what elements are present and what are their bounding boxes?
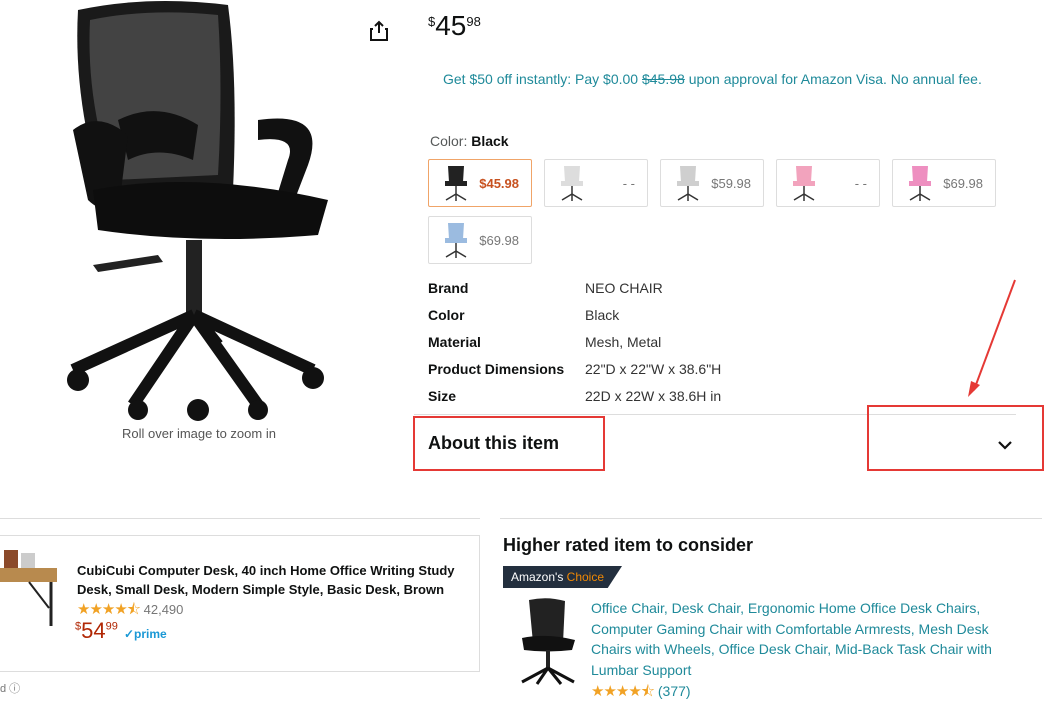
- swatch-price: $69.98: [943, 175, 983, 191]
- sponsored-info[interactable]: d ⓘ: [0, 680, 20, 696]
- share-icon[interactable]: [369, 20, 389, 42]
- color-swatch[interactable]: - -: [776, 159, 880, 207]
- sponsored-price: $5499 ✓prime: [75, 618, 167, 643]
- spec-label: Color: [428, 307, 465, 323]
- chair-thumbnail-icon: [909, 166, 931, 201]
- spec-value: Black: [585, 307, 620, 323]
- spec-label: Material: [428, 334, 481, 350]
- recommended-title-link[interactable]: Office Chair, Desk Chair, Ergonomic Home…: [591, 598, 1021, 680]
- spec-value: NEO CHAIR: [585, 280, 663, 296]
- color-swatch[interactable]: - -: [544, 159, 648, 207]
- visa-promo-link[interactable]: Get $50 off instantly: Pay $0.00 $45.98 …: [443, 69, 1003, 90]
- annotation-box-expand: [867, 405, 1044, 471]
- spec-value: 22D x 22W x 38.6H in: [585, 388, 722, 404]
- chair-thumbnail-icon: [677, 166, 699, 201]
- chair-thumbnail-icon: [445, 166, 467, 201]
- annotation-arrow: [968, 279, 1016, 397]
- color-swatch[interactable]: $69.98: [892, 159, 996, 207]
- color-swatch[interactable]: $45.98: [428, 159, 532, 207]
- product-image[interactable]: [58, 0, 340, 425]
- rating-count[interactable]: 42,490: [144, 602, 184, 617]
- swatch-price: $69.98: [479, 232, 519, 248]
- sponsored-product-card[interactable]: CubiCubi Computer Desk, 40 inch Home Off…: [0, 535, 480, 672]
- swatch-price: $45.98: [479, 175, 519, 191]
- divider: [500, 518, 1042, 519]
- spec-value: Mesh, Metal: [585, 334, 662, 350]
- spec-label: Brand: [428, 280, 469, 296]
- swatch-price: - -: [622, 175, 635, 191]
- color-swatch[interactable]: $69.98: [428, 216, 532, 264]
- rating-count[interactable]: (377): [658, 683, 691, 699]
- spec-label: Size: [428, 388, 457, 404]
- divider: [0, 518, 480, 519]
- image-caption: Roll over image to zoom in: [122, 426, 276, 441]
- chair-thumbnail-icon: [445, 223, 467, 258]
- star-rating: ★★★★⯪: [591, 683, 655, 700]
- star-rating: ★★★★⯪: [77, 601, 141, 618]
- annotation-box-about: [413, 416, 605, 471]
- spec-value: 22"D x 22"W x 38.6"H: [585, 361, 722, 377]
- chair-thumbnail-icon: [793, 166, 815, 201]
- amazons-choice-badge: Amazon's Choice: [503, 566, 623, 588]
- chair-thumbnail-icon: [561, 166, 583, 201]
- prime-badge: ✓prime: [123, 627, 167, 641]
- recommended-chair-image: [521, 598, 575, 685]
- color-label: Color: Black: [430, 133, 509, 149]
- product-price: $4598: [428, 10, 481, 41]
- sponsored-title-link[interactable]: CubiCubi Computer Desk, 40 inch Home Off…: [77, 561, 477, 599]
- swatch-price: $59.98: [711, 175, 751, 191]
- spec-label: Product Dimensions: [428, 361, 565, 377]
- swatch-price: - -: [854, 175, 867, 191]
- color-swatch[interactable]: $59.98: [660, 159, 764, 207]
- higher-rated-heading: Higher rated item to consider: [503, 535, 754, 555]
- desk-image: [0, 550, 57, 626]
